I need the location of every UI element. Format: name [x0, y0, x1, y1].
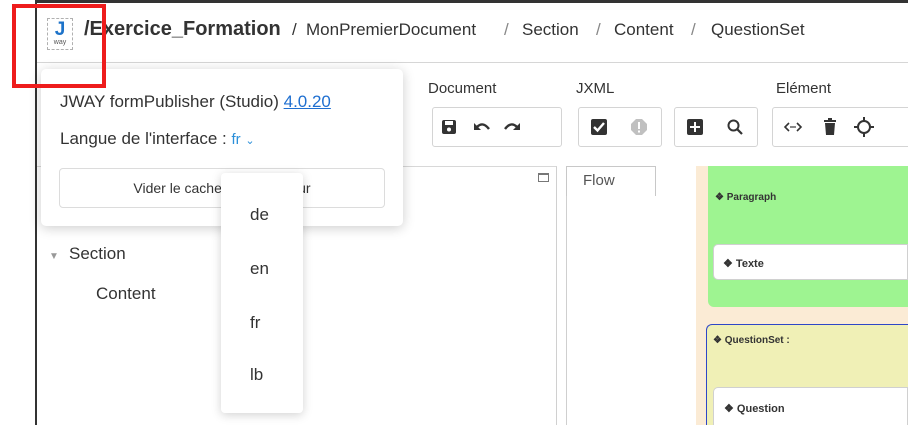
chevron-down-icon[interactable]: ⌄ [245, 135, 254, 147]
breadcrumb-item-questionset[interactable]: QuestionSet [711, 20, 805, 40]
floppy-icon [442, 120, 456, 134]
alert-octagon-icon [631, 119, 647, 135]
caret-down-icon[interactable]: ▼ [49, 251, 59, 262]
breadcrumb-item-content[interactable]: Content [614, 20, 674, 40]
undo-icon [474, 123, 490, 130]
toolbar-jxml-group [578, 107, 662, 147]
app-name: JWAY formPublisher (Studio) [60, 92, 279, 111]
breadcrumb-item-section[interactable]: Section [522, 20, 579, 40]
paragraph-block[interactable] [708, 166, 908, 307]
questionset-label: ❖ QuestionSet : [713, 335, 790, 346]
locate-button[interactable] [847, 108, 881, 146]
validate-button[interactable] [579, 108, 619, 146]
breadcrumb-separator: / [596, 20, 601, 39]
breadcrumb-separator: / [504, 20, 509, 39]
alert-button[interactable] [619, 108, 659, 146]
highlight-box [12, 4, 106, 88]
trash-icon [824, 118, 836, 135]
search-icon [727, 119, 743, 135]
plus-square-icon [687, 119, 703, 135]
language-line: Langue de l'interface : fr ⌄ [60, 129, 255, 149]
language-option-en[interactable]: en [221, 249, 303, 289]
question-label: ❖ Question [724, 403, 785, 415]
breadcrumb-separator: / [292, 20, 297, 39]
breadcrumb-root[interactable]: /Exercice_Formation [84, 18, 281, 41]
language-select[interactable]: fr [232, 131, 241, 148]
paragraph-label: ❖ Paragraph [715, 192, 777, 203]
code-button[interactable] [773, 108, 813, 146]
redo-button[interactable] [497, 108, 529, 146]
check-square-icon [591, 119, 607, 135]
language-option-fr[interactable]: fr [221, 303, 303, 343]
toolbar-group-document-label: Document [428, 80, 497, 97]
code-icon [783, 122, 803, 132]
language-option-lb[interactable]: lb [221, 355, 303, 395]
toolbar-element-group [772, 107, 908, 147]
undo-button[interactable] [465, 108, 497, 146]
tab-flow[interactable]: Flow [566, 166, 656, 196]
tree-node-section[interactable]: Section [69, 244, 126, 264]
maximize-icon[interactable] [538, 173, 549, 182]
language-option-de[interactable]: de [221, 195, 303, 235]
flow-panel [566, 166, 696, 425]
app-name-line: JWAY formPublisher (Studio) 4.0.20 [60, 92, 331, 112]
toolbar-document-group [432, 107, 562, 147]
texte-label: ❖ Texte [723, 258, 764, 270]
toolbar-group-element-label: Elément [776, 80, 832, 97]
add-element-button[interactable] [675, 108, 715, 146]
language-label: Langue de l'interface : [60, 129, 227, 148]
breadcrumb-item-document[interactable]: MonPremierDocument [306, 20, 476, 40]
save-button[interactable] [433, 108, 465, 146]
version-link[interactable]: 4.0.20 [284, 92, 331, 111]
toolbar-group-jxml-label: JXML [576, 80, 615, 97]
redo-icon [504, 123, 520, 130]
crosshair-icon [854, 117, 874, 137]
tree-node-content[interactable]: Content [96, 284, 156, 304]
delete-button[interactable] [813, 108, 847, 146]
toolbar-search-group [674, 107, 758, 147]
search-button[interactable] [715, 108, 755, 146]
language-dropdown: de en fr lb [221, 173, 303, 413]
breadcrumb-separator: / [691, 20, 696, 39]
